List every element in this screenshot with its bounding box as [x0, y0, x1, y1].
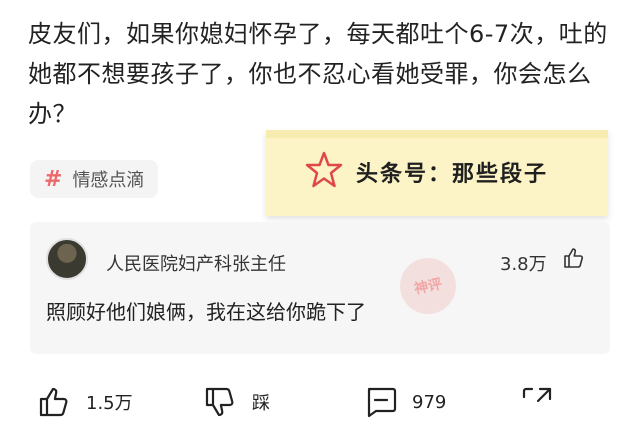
thumbs-up-icon — [39, 387, 68, 417]
hash-icon: # — [44, 166, 63, 192]
star-icon — [305, 151, 343, 188]
dislike-button[interactable]: 踩 — [204, 376, 270, 428]
dislike-label: 踩 — [252, 393, 270, 414]
topic-tag-label: 情感点滴 — [72, 170, 145, 191]
top-comment[interactable]: 人民医院妇产科张主任 3.8万 神评 照顾好他们娘俩，我在这给你跪下了 — [30, 222, 610, 354]
post-text: 皮友们，如果你媳妇怀孕了，每天都吐个6-7次，吐的她都不想要孩子了，你也不忍心看… — [28, 20, 608, 128]
commenter-name[interactable]: 人民医院妇产科张主任 — [106, 250, 286, 276]
source-label: 头条号：那些段子 — [356, 162, 549, 187]
thumbs-down-icon — [205, 387, 234, 417]
hot-comment-watermark: 神评 — [394, 252, 462, 320]
comment-icon — [367, 387, 397, 418]
comment-button[interactable]: 979 — [364, 376, 446, 428]
source-sticky-note: 头条号：那些段子 — [266, 130, 608, 216]
comment-like-count: 3.8万 — [500, 254, 547, 275]
sticky-tape — [266, 130, 608, 138]
share-icon — [522, 387, 552, 403]
avatar[interactable] — [46, 238, 88, 280]
share-button[interactable] — [520, 376, 554, 428]
topic-tag[interactable]: # 情感点滴 — [30, 160, 159, 198]
like-count: 1.5万 — [86, 393, 133, 414]
comment-count: 979 — [412, 391, 447, 413]
like-button[interactable]: 1.5万 — [38, 376, 133, 428]
action-bar: 1.5万 踩 979 — [0, 376, 640, 428]
thumbs-up-icon[interactable] — [562, 246, 586, 270]
comment-text: 照顾好他们娘俩，我在这给你跪下了 — [46, 300, 366, 324]
